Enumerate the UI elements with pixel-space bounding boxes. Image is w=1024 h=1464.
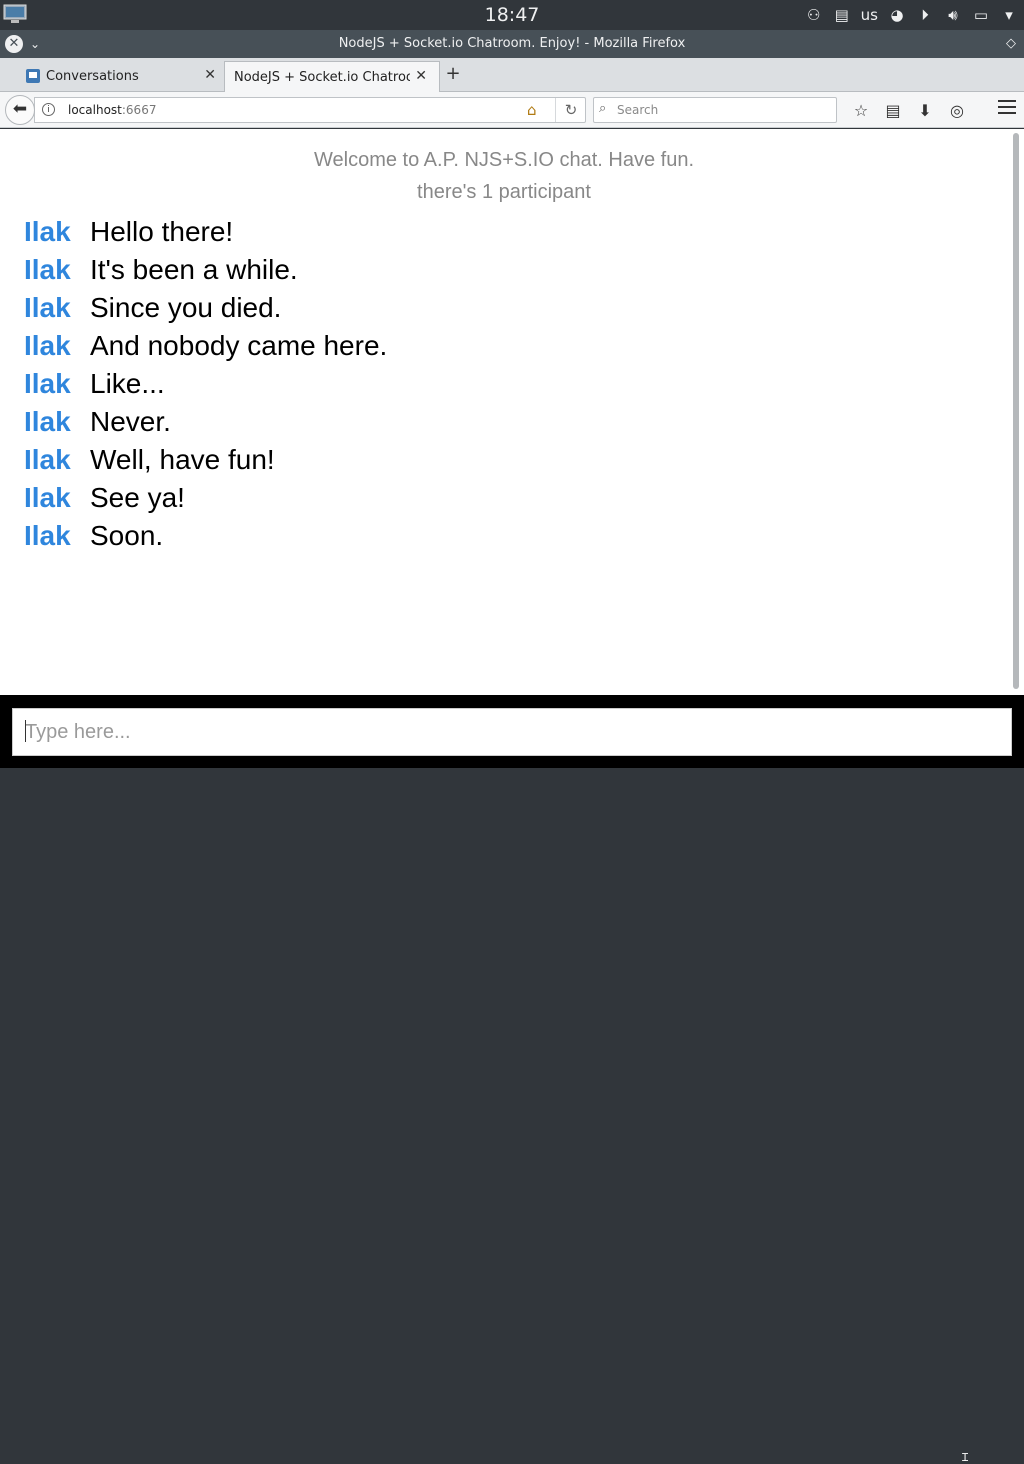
message-text: Well, have fun! bbox=[90, 444, 275, 475]
chat-page: Welcome to A.P. NJS+S.IO chat. Have fun.… bbox=[0, 129, 1010, 695]
tab-label: Conversations bbox=[46, 69, 139, 84]
new-tab-button[interactable]: + bbox=[444, 64, 462, 84]
media-player-icon[interactable]: ⏵ bbox=[916, 5, 934, 25]
chat-favicon-icon bbox=[26, 69, 40, 83]
search-icon: ⌕ bbox=[599, 101, 607, 116]
url-port: :6667 bbox=[121, 103, 157, 117]
search-bar[interactable]: ⌕ Search bbox=[593, 97, 837, 123]
message-username: Ilak bbox=[24, 406, 71, 437]
bookmark-star-icon[interactable]: ☆ bbox=[848, 98, 874, 122]
tab-conversations[interactable]: Conversations ✕ bbox=[18, 61, 222, 92]
url-bar[interactable]: i localhost:6667 ⌂ ↻ bbox=[34, 97, 586, 123]
volume-icon[interactable]: 🔊︎ bbox=[944, 5, 962, 25]
message-username: Ilak bbox=[24, 292, 71, 323]
participant-count: there's 1 participant bbox=[417, 181, 591, 203]
message-username: Ilak bbox=[24, 368, 71, 399]
tab-chatroom[interactable]: NodeJS + Socket.io Chatroo... ✕ bbox=[224, 61, 440, 92]
message-username: Ilak bbox=[24, 520, 71, 551]
reading-list-icon[interactable]: ▤ bbox=[880, 98, 906, 122]
search-placeholder: Search bbox=[617, 103, 659, 117]
toolbar-icons: ☆ ▤ ⬇ ◎ bbox=[848, 98, 976, 122]
message-row: Ilak Since you died. bbox=[24, 289, 387, 327]
message-username: Ilak bbox=[24, 216, 71, 247]
back-button[interactable]: ⬅ bbox=[5, 95, 35, 125]
chat-message-input[interactable] bbox=[12, 708, 1012, 756]
message-row: Ilak Well, have fun! bbox=[24, 441, 387, 479]
message-text: It's been a while. bbox=[90, 254, 298, 285]
pocket-icon[interactable]: ◎ bbox=[944, 98, 970, 122]
site-info-icon[interactable]: i bbox=[42, 103, 55, 116]
keyboard-layout[interactable]: us bbox=[861, 5, 878, 25]
message-username: Ilak bbox=[24, 444, 71, 475]
message-row: Ilak Soon. bbox=[24, 517, 387, 555]
message-row: Ilak Hello there! bbox=[24, 213, 387, 251]
message-text: Hello there! bbox=[90, 216, 234, 247]
hamburger-menu-icon[interactable] bbox=[998, 100, 1016, 114]
home-icon[interactable]: ⌂ bbox=[527, 101, 537, 119]
message-text: See ya! bbox=[90, 482, 185, 513]
message-text: Since you died. bbox=[90, 292, 282, 323]
system-panel: 18:47 ⚇ ▤ us ◕ ⏵ 🔊︎ ▭ ▾ bbox=[0, 0, 1024, 30]
tab-close-icon[interactable]: ✕ bbox=[415, 68, 427, 84]
message-list: Ilak Hello there! Ilak It's been a while. Il… bbox=[24, 213, 387, 555]
url-text[interactable]: localhost:6667 bbox=[68, 103, 156, 117]
user-switch-icon[interactable]: ⚇ bbox=[805, 5, 823, 25]
display-icon[interactable]: ▭ bbox=[972, 5, 990, 25]
window-title: NodeJS + Socket.io Chatroom. Enjoy! - Mo… bbox=[338, 36, 686, 51]
message-username: Ilak bbox=[24, 482, 71, 513]
message-text: And nobody came here. bbox=[90, 330, 388, 361]
tab-label: NodeJS + Socket.io Chatroo... bbox=[234, 70, 410, 85]
message-username: Ilak bbox=[24, 330, 71, 361]
reload-icon[interactable]: ↻ bbox=[555, 98, 586, 122]
keep-above-icon[interactable]: ◇ bbox=[1006, 36, 1016, 51]
message-row: Ilak It's been a while. bbox=[24, 251, 387, 289]
tab-strip: Conversations ✕ NodeJS + Socket.io Chatr… bbox=[0, 58, 1024, 92]
chat-input-area: Ɪ bbox=[0, 695, 1024, 1463]
tab-close-icon[interactable]: ✕ bbox=[204, 67, 216, 83]
welcome-message: Welcome to A.P. NJS+S.IO chat. Have fun. bbox=[314, 149, 694, 171]
scrollbar-thumb[interactable] bbox=[1013, 133, 1019, 689]
message-text: Soon. bbox=[90, 520, 164, 551]
network-globe-icon[interactable]: ◕ bbox=[888, 5, 906, 25]
tray-expand-icon[interactable]: ▾ bbox=[1000, 5, 1018, 25]
message-row: Ilak Never. bbox=[24, 403, 387, 441]
url-host: localhost bbox=[68, 103, 122, 117]
clipboard-icon[interactable]: ▤ bbox=[833, 5, 851, 25]
page-scrollbar[interactable] bbox=[1010, 129, 1024, 695]
message-username: Ilak bbox=[24, 254, 71, 285]
download-icon[interactable]: ⬇ bbox=[912, 98, 938, 122]
mouse-cursor-icon: Ɪ bbox=[962, 1451, 969, 1464]
message-row: Ilak Like... bbox=[24, 365, 387, 403]
message-text: Never. bbox=[90, 406, 171, 437]
message-row: Ilak See ya! bbox=[24, 479, 387, 517]
text-caret bbox=[25, 720, 26, 742]
message-text: Like... bbox=[90, 368, 165, 399]
message-row: Ilak And nobody came here. bbox=[24, 327, 387, 365]
navigation-bar: i localhost:6667 ⌂ ↻ ⬅ ⌕ Search ☆ ▤ ⬇ ◎ bbox=[0, 92, 1024, 128]
system-tray: ⚇ ▤ us ◕ ⏵ 🔊︎ ▭ ▾ bbox=[805, 4, 1018, 26]
window-titlebar: ✕ ⌄ NodeJS + Socket.io Chatroom. Enjoy! … bbox=[0, 30, 1024, 58]
